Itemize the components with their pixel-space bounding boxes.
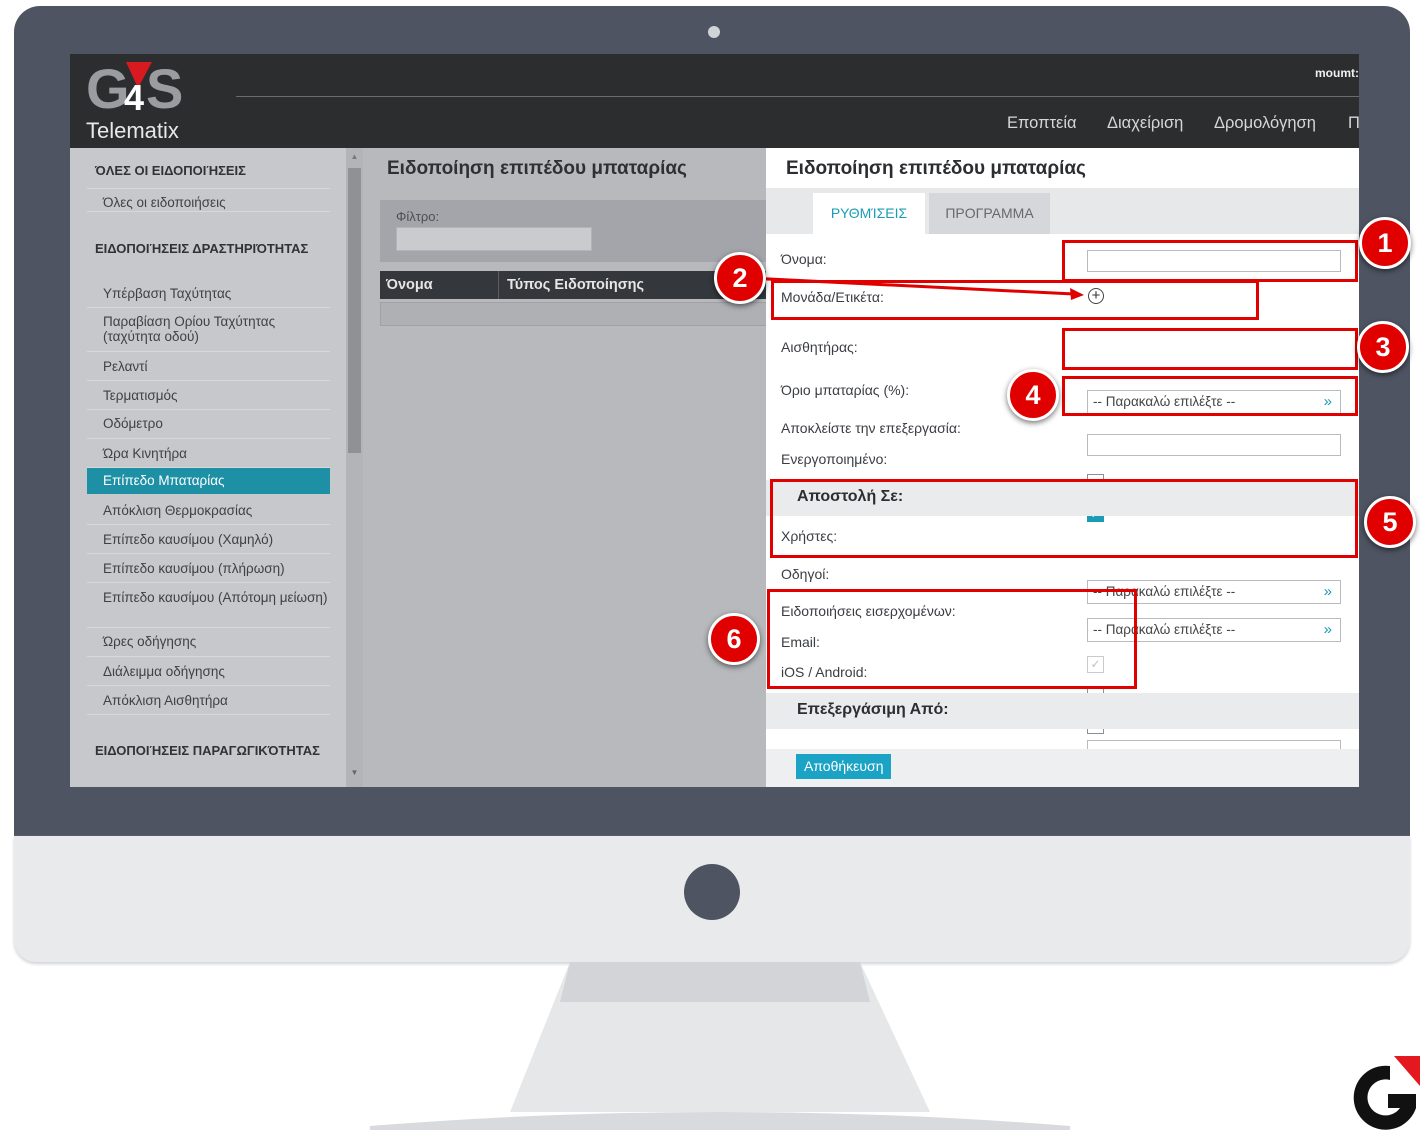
- sidebar-item-driving-break[interactable]: Διάλειμμα οδήγησης: [87, 657, 330, 686]
- top-bar: G 4 S Telematix moumt: Εποπτεία Διαχείρι…: [70, 54, 1359, 148]
- sidebar-group-activity[interactable]: ΕΙΔΟΠΟΙΉΣΕΙΣ ΔΡΑΣΤΗΡΙΌΤΗΤΑΣ: [95, 241, 325, 256]
- header-divider: [236, 96, 1359, 97]
- sidebar-item-termination[interactable]: Τερματισμός: [87, 381, 330, 410]
- grid-header: Όνομα Τύπος Ειδοποίησης: [380, 271, 766, 299]
- sensor-label: Αισθητήρας:: [781, 339, 858, 355]
- alert-list-panel: Ειδοποίηση επιπέδου μπαταρίας Φίλτρο: Όν…: [363, 148, 768, 787]
- annotation-badge-4: 4: [1007, 369, 1059, 421]
- nav-routing[interactable]: Δρομολόγηση: [1214, 114, 1316, 133]
- annotation-arrow: [747, 276, 1084, 300]
- table-row[interactable]: [380, 302, 768, 326]
- processed-from-header: Επεξεργάσιμη Από:: [797, 701, 949, 718]
- save-button[interactable]: Αποθήκευση: [796, 754, 892, 779]
- sidebar: ΌΛΕΣ ΟΙ ΕΙΔΟΠΟΙΉΣΕΙΣ Όλες οι ειδοποιήσει…: [70, 148, 350, 787]
- double-chevron-right-icon: »: [1323, 583, 1332, 600]
- battery-threshold-input[interactable]: [1087, 434, 1341, 456]
- sidebar-item-sensor-deviation[interactable]: Απόκλιση Αισθητήρα: [87, 686, 330, 715]
- scroll-thumb[interactable]: [348, 168, 361, 453]
- processed-from-section: Επεξεργάσιμη Από:: [766, 693, 1359, 729]
- filter-box: Φίλτρο:: [380, 200, 766, 262]
- camera-icon: [708, 26, 720, 38]
- column-alert-type[interactable]: Τύπος Ειδοποίησης: [507, 277, 644, 293]
- product-name: Telematix: [86, 118, 179, 143]
- sidebar-item-all[interactable]: Όλες οι ειδοποιήσεις: [87, 188, 330, 212]
- sidebar-item-engine-hours[interactable]: Ώρα Κινητήρα: [87, 439, 330, 468]
- sidebar-item-fuel-low[interactable]: Επίπεδο καυσίμου (Χαμηλό): [87, 525, 330, 554]
- sidebar-item-temperature[interactable]: Απόκλιση Θερμοκρασίας: [87, 496, 330, 525]
- list-title: Ειδοποίηση επιπέδου μπαταρίας: [387, 158, 687, 179]
- filter-input[interactable]: [396, 227, 592, 251]
- column-divider: [498, 271, 499, 299]
- svg-text:G: G: [86, 58, 127, 116]
- annotation-box-3: [1062, 328, 1358, 370]
- double-chevron-right-icon: »: [1323, 621, 1332, 638]
- sidebar-item-driving-hours[interactable]: Ώρες οδήγησης: [87, 628, 330, 657]
- sidebar-item-odometer[interactable]: Οδόμετρο: [87, 410, 330, 439]
- g4s-logo: G 4 S: [86, 58, 183, 116]
- tab-bar: ΡΥΘΜΊΣΕΙΣ ΠΡΟΓΡΑΜΜΑ: [766, 188, 1359, 234]
- annotation-box-1: [1062, 240, 1358, 282]
- scroll-up-icon[interactable]: ▲: [346, 152, 363, 161]
- sidebar-item-fuel-fill[interactable]: Επίπεδο καυσίμου (πλήρωση): [87, 554, 330, 583]
- form-footer: Αποθήκευση: [766, 749, 1359, 787]
- annotation-box-5: [770, 479, 1358, 558]
- sidebar-item-fuel-drop[interactable]: Επίπεδο καυσίμου (Απότομη μείωση): [87, 583, 330, 628]
- battery-threshold-label: Όριο μπαταρίας (%):: [781, 382, 910, 398]
- sidebar-scrollbar[interactable]: ▲ ▼: [346, 148, 363, 787]
- tab-settings[interactable]: ΡΥΘΜΊΣΕΙΣ: [813, 193, 925, 234]
- nav-supervision[interactable]: Εποπτεία: [1007, 114, 1077, 133]
- sidebar-item-idle[interactable]: Ρελαντί: [87, 352, 330, 381]
- column-name[interactable]: Όνομα: [386, 277, 433, 293]
- annotation-badge-3: 3: [1357, 321, 1409, 373]
- g4s-corner-logo: [1353, 1056, 1420, 1130]
- form-title: Ειδοποίηση επιπέδου μπαταρίας: [786, 158, 1086, 179]
- nav-management[interactable]: Διαχείριση: [1107, 114, 1183, 133]
- annotation-badge-2: 2: [714, 252, 766, 304]
- annotation-badge-6: 6: [708, 613, 760, 665]
- svg-text:4: 4: [124, 77, 144, 116]
- user-name[interactable]: moumt:: [1315, 66, 1359, 80]
- drivers-label: Οδηγοί:: [781, 566, 830, 582]
- annotation-box-6: [767, 589, 1137, 689]
- power-button-icon: [684, 864, 740, 920]
- sidebar-item-battery-level[interactable]: Επίπεδο Μπαταρίας: [87, 468, 330, 494]
- enabled-label: Ενεργοποιημένο:: [781, 451, 888, 467]
- svg-text:S: S: [146, 58, 183, 116]
- sidebar-group-productivity[interactable]: ΕΙΔΟΠΟΙΉΣΕΙΣ ΠΑΡΑΓΩΓΙΚΌΤΗΤΑΣ: [95, 743, 325, 758]
- nav-more[interactable]: Π: [1348, 114, 1359, 133]
- sidebar-item-speed-limit[interactable]: Παραβίαση Ορίου Ταχύτητας (ταχύτητα οδού…: [87, 308, 330, 352]
- monitor-stand: [370, 962, 1070, 1130]
- tab-schedule[interactable]: ΠΡΟΓΡΑΜΜΑ: [929, 193, 1050, 234]
- annotation-badge-5: 5: [1364, 496, 1416, 548]
- sidebar-item-speeding[interactable]: Υπέρβαση Ταχύτητας: [87, 279, 330, 308]
- annotation-badge-1: 1: [1359, 217, 1411, 269]
- sidebar-group-all[interactable]: ΌΛΕΣ ΟΙ ΕΙΔΟΠΟΙΉΣΕΙΣ: [95, 163, 325, 178]
- scroll-down-icon[interactable]: ▼: [346, 768, 363, 777]
- exclude-processing-label: Αποκλείστε την επεξεργασία:: [781, 420, 961, 436]
- filter-label: Φίλτρο:: [396, 209, 440, 224]
- app-screen: G 4 S Telematix moumt: Εποπτεία Διαχείρι…: [70, 54, 1359, 787]
- annotation-box-4: [1062, 376, 1358, 416]
